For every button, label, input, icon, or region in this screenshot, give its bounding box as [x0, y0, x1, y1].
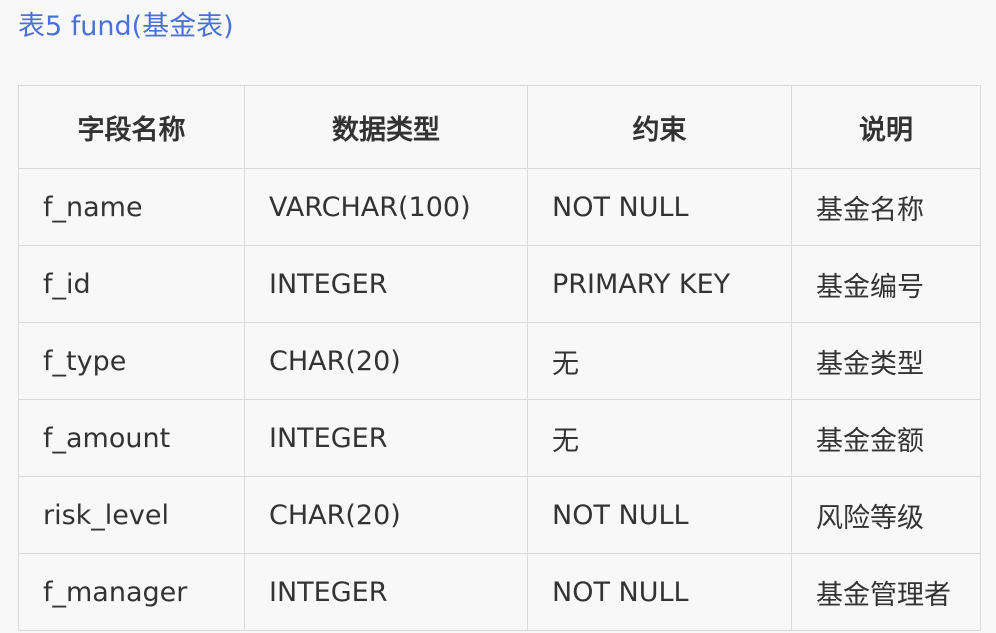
- cell-description: 基金类型: [791, 322, 981, 400]
- table-row: f_name VARCHAR(100) NOT NULL 基金名称: [18, 168, 981, 246]
- cell-description: 基金名称: [791, 168, 981, 246]
- cell-data-type: INTEGER: [244, 399, 528, 477]
- header-field-name: 字段名称: [18, 85, 245, 169]
- cell-data-type: VARCHAR(100): [244, 168, 528, 246]
- cell-constraint: 无: [527, 399, 792, 477]
- table-row: risk_level CHAR(20) NOT NULL 风险等级: [18, 476, 981, 554]
- cell-field-name: f_type: [18, 322, 245, 400]
- cell-constraint: PRIMARY KEY: [527, 245, 792, 323]
- cell-field-name: f_manager: [18, 553, 245, 631]
- cell-field-name: f_name: [18, 168, 245, 246]
- cell-field-name: f_id: [18, 245, 245, 323]
- table-row: f_manager INTEGER NOT NULL 基金管理者: [18, 553, 981, 631]
- cell-data-type: INTEGER: [244, 553, 528, 631]
- cell-field-name: risk_level: [18, 476, 245, 554]
- cell-constraint: NOT NULL: [527, 553, 792, 631]
- cell-constraint: 无: [527, 322, 792, 400]
- cell-description: 基金金额: [791, 399, 981, 477]
- cell-data-type: INTEGER: [244, 245, 528, 323]
- cell-description: 基金编号: [791, 245, 981, 323]
- cell-data-type: CHAR(20): [244, 476, 528, 554]
- table-caption: 表5 fund(基金表): [18, 11, 234, 42]
- table-row: f_amount INTEGER 无 基金金额: [18, 399, 981, 477]
- cell-data-type: CHAR(20): [244, 322, 528, 400]
- fund-schema-table: 字段名称 数据类型 约束 说明 f_name VARCHAR(100) NOT …: [18, 85, 981, 631]
- header-constraint: 约束: [527, 85, 792, 169]
- header-data-type: 数据类型: [244, 85, 528, 169]
- cell-description: 风险等级: [791, 476, 981, 554]
- table-row: f_type CHAR(20) 无 基金类型: [18, 322, 981, 400]
- header-description: 说明: [791, 85, 981, 169]
- cell-constraint: NOT NULL: [527, 476, 792, 554]
- table-header-row: 字段名称 数据类型 约束 说明: [18, 85, 981, 169]
- table-row: f_id INTEGER PRIMARY KEY 基金编号: [18, 245, 981, 323]
- cell-description: 基金管理者: [791, 553, 981, 631]
- cell-field-name: f_amount: [18, 399, 245, 477]
- document-page: 表5 fund(基金表) 字段名称 数据类型 约束 说明 f_name VARC…: [0, 0, 996, 633]
- cell-constraint: NOT NULL: [527, 168, 792, 246]
